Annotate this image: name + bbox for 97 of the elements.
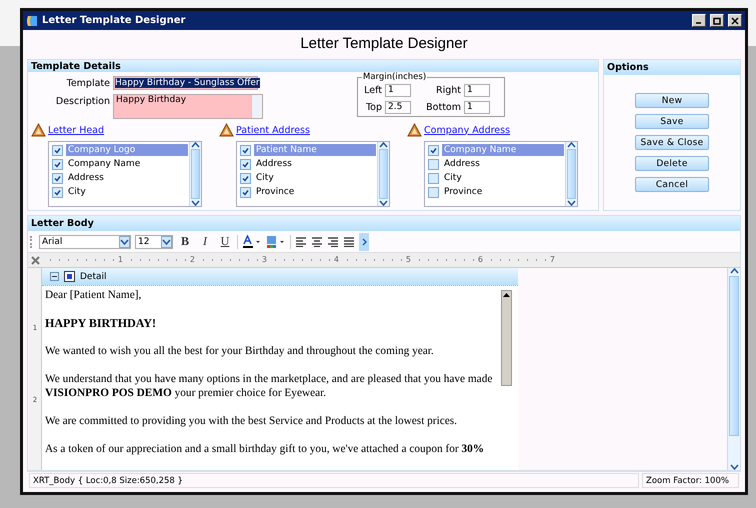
collapse-icon[interactable] xyxy=(50,272,59,281)
section-link[interactable]: Patient Address xyxy=(236,124,310,136)
checkbox[interactable] xyxy=(240,144,251,156)
chevron-up-icon[interactable] xyxy=(191,142,200,148)
field-label: Right xyxy=(436,85,461,96)
field-label: Bottom xyxy=(426,102,461,113)
checkbox[interactable] xyxy=(428,158,439,170)
checkbox[interactable] xyxy=(240,172,251,184)
section-header: Template Details xyxy=(28,60,598,72)
close-icon xyxy=(731,16,739,24)
chevron-up-icon[interactable] xyxy=(567,142,576,148)
section-header: Letter Body xyxy=(28,216,740,231)
field-label: Description xyxy=(54,95,110,107)
chevron-up-icon[interactable] xyxy=(730,268,738,274)
band-label: Detail xyxy=(80,272,107,282)
triangle-icon xyxy=(31,123,46,137)
checkbox[interactable] xyxy=(52,172,63,184)
checkbox[interactable] xyxy=(428,144,439,156)
list-item[interactable]: City xyxy=(238,171,376,185)
checkbox[interactable] xyxy=(52,186,63,198)
option-button[interactable]: Cancel xyxy=(635,177,709,192)
field-label: Template xyxy=(66,77,110,89)
section-link[interactable]: Letter Head xyxy=(48,124,104,136)
align-right-icon[interactable] xyxy=(327,236,339,246)
chevron-up-icon[interactable] xyxy=(379,142,388,148)
margin-input[interactable]: 1 xyxy=(385,84,411,98)
section-link[interactable]: Company Address xyxy=(424,124,510,136)
field-label: Left xyxy=(364,85,382,96)
field-label: Top xyxy=(366,102,382,113)
font-dropdown[interactable]: Arial xyxy=(39,234,131,248)
group-title: Margin(inches) xyxy=(362,72,428,82)
align-center-icon[interactable] xyxy=(311,236,323,246)
list-item[interactable]: City xyxy=(426,171,564,185)
letter-heading: HAPPY BIRTHDAY! xyxy=(45,316,158,330)
checkbox[interactable] xyxy=(428,172,439,184)
margin-input[interactable]: 1 xyxy=(464,100,490,114)
checkbox[interactable] xyxy=(52,158,63,170)
list-item[interactable]: Province xyxy=(238,185,376,199)
chevron-down-icon[interactable] xyxy=(162,238,171,244)
letter-paragraph: We are committed to providing you with the best Service and Products at the lowest prices. xyxy=(45,414,458,428)
window-title: Letter Template Designer xyxy=(42,15,186,26)
format-button[interactable]: U xyxy=(217,234,233,250)
format-button[interactable]: I xyxy=(197,234,213,250)
format-button[interactable]: B xyxy=(177,234,193,250)
option-button[interactable]: Save & Close xyxy=(635,135,709,150)
checkbox[interactable] xyxy=(52,144,63,156)
minimize-icon xyxy=(695,22,703,24)
chevron-down-icon[interactable] xyxy=(379,200,388,206)
band-icon xyxy=(64,271,75,282)
scrollbar[interactable] xyxy=(251,95,262,118)
option-button[interactable]: Save xyxy=(635,114,709,129)
checkbox[interactable] xyxy=(240,186,251,198)
list-item[interactable]: Address xyxy=(426,157,564,171)
letter-paragraph: As a token of our appreciation and a small birthday gift to you, we've attached a coupon for 30% xyxy=(45,442,486,456)
list-item[interactable]: City xyxy=(50,185,188,199)
chevron-down-icon[interactable] xyxy=(120,238,129,244)
ruler-corner-icon[interactable] xyxy=(30,256,40,264)
margin-input[interactable]: 2.5 xyxy=(385,100,411,114)
scrollbar[interactable] xyxy=(501,290,512,386)
justify-icon[interactable] xyxy=(343,236,355,246)
triangle-icon xyxy=(407,123,422,137)
list-item[interactable]: Address xyxy=(238,157,376,171)
highlight-color-icon[interactable] xyxy=(266,234,286,248)
checkbox[interactable] xyxy=(428,186,439,198)
letter-paragraph: We wanted to wish you all the best for your Birthday and throughout the coming year. xyxy=(45,344,435,358)
option-button[interactable]: New xyxy=(635,93,709,108)
triangle-up-icon[interactable] xyxy=(503,293,510,297)
toolbar-grip[interactable] xyxy=(30,236,35,248)
list-item[interactable]: Company Name xyxy=(50,157,188,171)
field-value: Happy Birthday xyxy=(116,95,186,107)
size-dropdown[interactable]: 12 xyxy=(135,234,173,248)
letter-text-area[interactable] xyxy=(42,286,518,470)
dialog-heading: Letter Template Designer xyxy=(299,34,469,54)
letter-paragraph: We understand that you have many options in the marketplace, and are pleased that you have made VISIONPRO POS DEMO your premier choice for Eyewear. xyxy=(45,372,494,400)
chevron-down-icon[interactable] xyxy=(567,200,576,206)
list-item[interactable]: Address xyxy=(50,171,188,185)
triangle-icon xyxy=(219,123,234,137)
chevron-right-icon xyxy=(362,238,366,246)
close-button[interactable] xyxy=(728,14,742,27)
more-button[interactable] xyxy=(359,232,369,250)
status-selection: XRT_Body { Loc:0,8 Size:650,258 } xyxy=(29,473,639,488)
description-input[interactable]: Happy Birthday xyxy=(113,94,263,119)
maximize-icon xyxy=(713,16,721,24)
section-header: Options xyxy=(604,60,740,75)
margin-input[interactable]: 1 xyxy=(464,84,490,98)
align-left-icon[interactable] xyxy=(295,236,307,246)
chevron-down-icon[interactable] xyxy=(191,200,200,206)
checkbox[interactable] xyxy=(240,158,251,170)
font-color-icon[interactable] xyxy=(242,234,262,248)
chevron-down-icon[interactable] xyxy=(730,464,738,470)
status-zoom: Zoom Factor: 100% xyxy=(642,473,739,488)
option-button[interactable]: Delete xyxy=(635,156,709,171)
app-icon xyxy=(26,14,38,26)
list-item[interactable]: Province xyxy=(426,185,564,199)
minimize-button[interactable] xyxy=(692,14,706,27)
letter-paragraph: Dear [Patient Name], xyxy=(45,288,142,302)
maximize-button[interactable] xyxy=(710,14,724,27)
